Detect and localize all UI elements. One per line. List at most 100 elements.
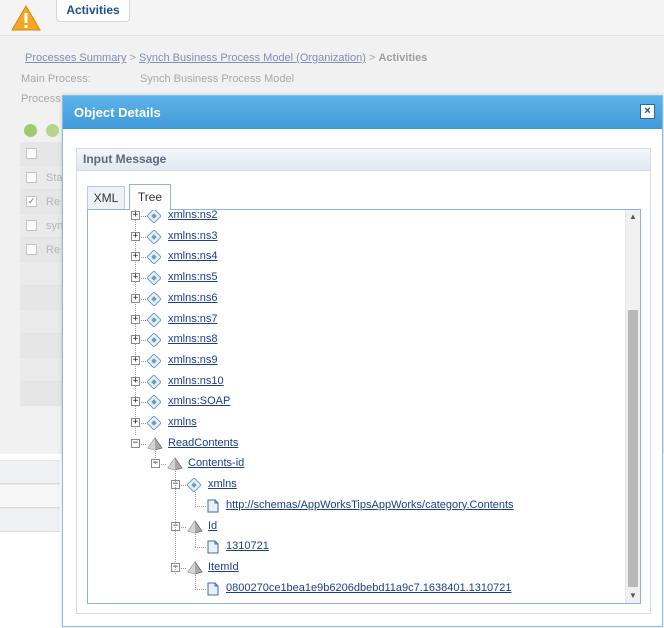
expand-icon[interactable]: + bbox=[131, 273, 140, 283]
tree-node-label[interactable]: xmlns:ns10 bbox=[168, 375, 224, 387]
tree-guide bbox=[175, 469, 176, 575]
input-message-panel: Input Message XML Tree + xmlns:ns2 + xmlns:… bbox=[76, 148, 651, 614]
tree-node-label[interactable]: xmlns:ns8 bbox=[168, 333, 218, 345]
row-checkbox[interactable] bbox=[26, 172, 37, 183]
table-row[interactable]: Sta bbox=[20, 166, 64, 190]
tree-node-value[interactable]: 1310721 bbox=[226, 540, 269, 552]
tree-node[interactable]: −ItemId bbox=[88, 559, 618, 577]
table-row bbox=[0, 460, 60, 484]
expand-icon[interactable]: + bbox=[131, 231, 140, 241]
table-row bbox=[0, 508, 60, 532]
tree-node[interactable]: + xmlns:ns9 bbox=[88, 352, 618, 370]
row-checkbox[interactable] bbox=[26, 220, 37, 231]
tree-node-label[interactable]: xmlns:ns9 bbox=[168, 354, 218, 366]
attribute-icon bbox=[146, 415, 162, 431]
expand-icon[interactable]: + bbox=[131, 252, 140, 262]
tree-node[interactable]: 1310721 bbox=[88, 538, 618, 556]
tree-node-label[interactable]: ReadContents bbox=[168, 437, 238, 449]
table-row bbox=[20, 334, 64, 358]
breadcrumb-separator: > bbox=[368, 52, 376, 64]
tree-node-value[interactable]: 0800270ce1bea1e9b6206dbebd11a9c7.1638401… bbox=[226, 582, 511, 594]
collapse-icon[interactable]: − bbox=[131, 438, 140, 448]
tree-node-label[interactable]: xmlns:ns2 bbox=[168, 210, 218, 221]
tree-node[interactable]: + xmlns bbox=[88, 414, 618, 432]
tree-node[interactable]: http://schemas/AppWorksTipsAppWorks/cate… bbox=[88, 497, 618, 515]
table-row bbox=[20, 358, 64, 382]
breadcrumb-separator: > bbox=[129, 52, 136, 64]
breadcrumb-synch-model[interactable]: Synch Business Process Model (Organizati… bbox=[139, 52, 366, 64]
tree-scrollbar[interactable]: ▲ ▼ bbox=[625, 210, 640, 603]
attribute-icon bbox=[146, 373, 162, 390]
warning-icon bbox=[11, 5, 41, 31]
tree-node[interactable]: 0800270ce1bea1e9b6206dbebd11a9c7.1638401… bbox=[88, 580, 618, 598]
expand-icon[interactable]: + bbox=[131, 293, 140, 303]
tree-guide bbox=[195, 490, 196, 507]
tree-node[interactable]: + xmlns:ns5 bbox=[88, 269, 618, 287]
tree-node[interactable]: + xmlns:ns4 bbox=[88, 248, 618, 266]
attribute-icon bbox=[146, 353, 162, 369]
tree-node[interactable]: + xmlns:ns6 bbox=[88, 290, 618, 308]
attribute-icon bbox=[146, 332, 162, 348]
expand-icon[interactable]: + bbox=[131, 397, 140, 407]
expand-icon[interactable]: + bbox=[131, 314, 140, 324]
tree-node[interactable]: −Contents-id bbox=[88, 455, 618, 473]
message-icon[interactable] bbox=[46, 124, 60, 137]
dialog-title: Object Details bbox=[74, 105, 161, 120]
expand-icon[interactable]: + bbox=[131, 355, 140, 365]
tree-node-label[interactable]: xmlns bbox=[208, 478, 237, 490]
breadcrumb-current: Activities bbox=[378, 52, 428, 64]
tree-node-label[interactable]: xmlns:ns7 bbox=[168, 313, 218, 325]
table-row[interactable]: ✓ Re bbox=[20, 190, 64, 214]
tree-node[interactable]: + xmlns:ns7 bbox=[88, 311, 618, 329]
tree-node[interactable]: + xmlns:ns3 bbox=[88, 228, 618, 246]
expand-icon[interactable]: + bbox=[131, 418, 140, 427]
tree-node[interactable]: − ReadContents bbox=[88, 435, 618, 453]
tree-node-label[interactable]: Contents-id bbox=[188, 457, 244, 469]
expand-icon[interactable]: + bbox=[131, 335, 140, 345]
table-row[interactable]: Re bbox=[20, 238, 64, 262]
row-checkbox[interactable] bbox=[26, 244, 37, 255]
tree-guide bbox=[195, 572, 196, 590]
tree-node[interactable]: + xmlns:ns10 bbox=[88, 373, 618, 391]
tree-node-label[interactable]: xmlns bbox=[168, 416, 197, 428]
tab-xml[interactable]: XML bbox=[87, 186, 125, 209]
breadcrumb-processes-summary[interactable]: Processes Summary bbox=[25, 52, 126, 64]
tab-tree[interactable]: Tree bbox=[129, 184, 171, 210]
tree-node-label[interactable]: xmlns:SOAP bbox=[168, 395, 230, 407]
attribute-icon bbox=[146, 270, 162, 286]
tree-node[interactable]: −Id bbox=[88, 518, 618, 536]
tree-node[interactable]: + xmlns:SOAP bbox=[88, 393, 618, 411]
scroll-down-arrow-icon[interactable]: ▼ bbox=[626, 589, 640, 603]
dialog-header: Object Details × bbox=[63, 96, 662, 129]
tree-node[interactable]: −xmlns bbox=[88, 476, 618, 494]
table-row bbox=[20, 382, 64, 406]
attribute-icon bbox=[146, 311, 162, 328]
select-all-checkbox[interactable] bbox=[26, 148, 37, 159]
table-row bbox=[20, 262, 64, 286]
attribute-icon bbox=[146, 291, 162, 307]
expand-icon[interactable]: + bbox=[131, 376, 140, 386]
tree-node-label[interactable]: xmlns:ns4 bbox=[168, 250, 218, 262]
tree-node-label[interactable]: xmlns:ns6 bbox=[168, 292, 218, 304]
table-row[interactable]: syn bbox=[20, 214, 64, 238]
tree-node-label[interactable]: xmlns:ns5 bbox=[168, 271, 218, 283]
tree-node-label[interactable]: Id bbox=[208, 520, 217, 532]
scroll-thumb[interactable] bbox=[628, 310, 638, 587]
row-checkbox[interactable]: ✓ bbox=[26, 196, 37, 207]
tree-node-value[interactable]: http://schemas/AppWorksTipsAppWorks/cate… bbox=[226, 499, 514, 511]
tree-guide bbox=[155, 448, 156, 465]
tab-activities[interactable]: Activities bbox=[56, 0, 130, 22]
attribute-icon bbox=[146, 249, 162, 266]
tree-node[interactable]: + xmlns:ns2 bbox=[88, 210, 618, 225]
tree-node-label[interactable]: ItemId bbox=[208, 561, 239, 573]
tree-node-label[interactable]: xmlns:ns3 bbox=[168, 230, 218, 242]
tree-view[interactable]: + xmlns:ns2 + xmlns:ns3 + xmlns:ns4 + xmlns:ns5… bbox=[87, 209, 641, 604]
tree-node[interactable]: + xmlns:ns8 bbox=[88, 331, 618, 349]
top-bar: Activities bbox=[0, 0, 664, 36]
attribute-icon bbox=[146, 228, 162, 245]
refresh-icon[interactable] bbox=[24, 124, 37, 137]
close-icon[interactable]: × bbox=[640, 104, 655, 119]
expand-icon[interactable]: + bbox=[131, 211, 140, 220]
text-value-icon bbox=[207, 499, 219, 513]
scroll-up-arrow-icon[interactable]: ▲ bbox=[626, 210, 640, 224]
